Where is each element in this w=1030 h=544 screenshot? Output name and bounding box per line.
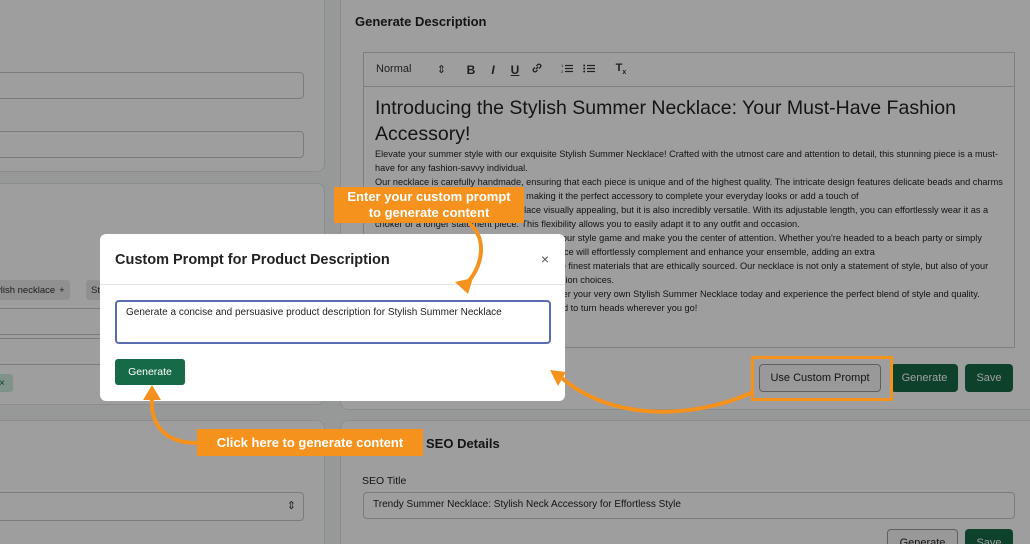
annotation-arrows <box>143 222 753 445</box>
